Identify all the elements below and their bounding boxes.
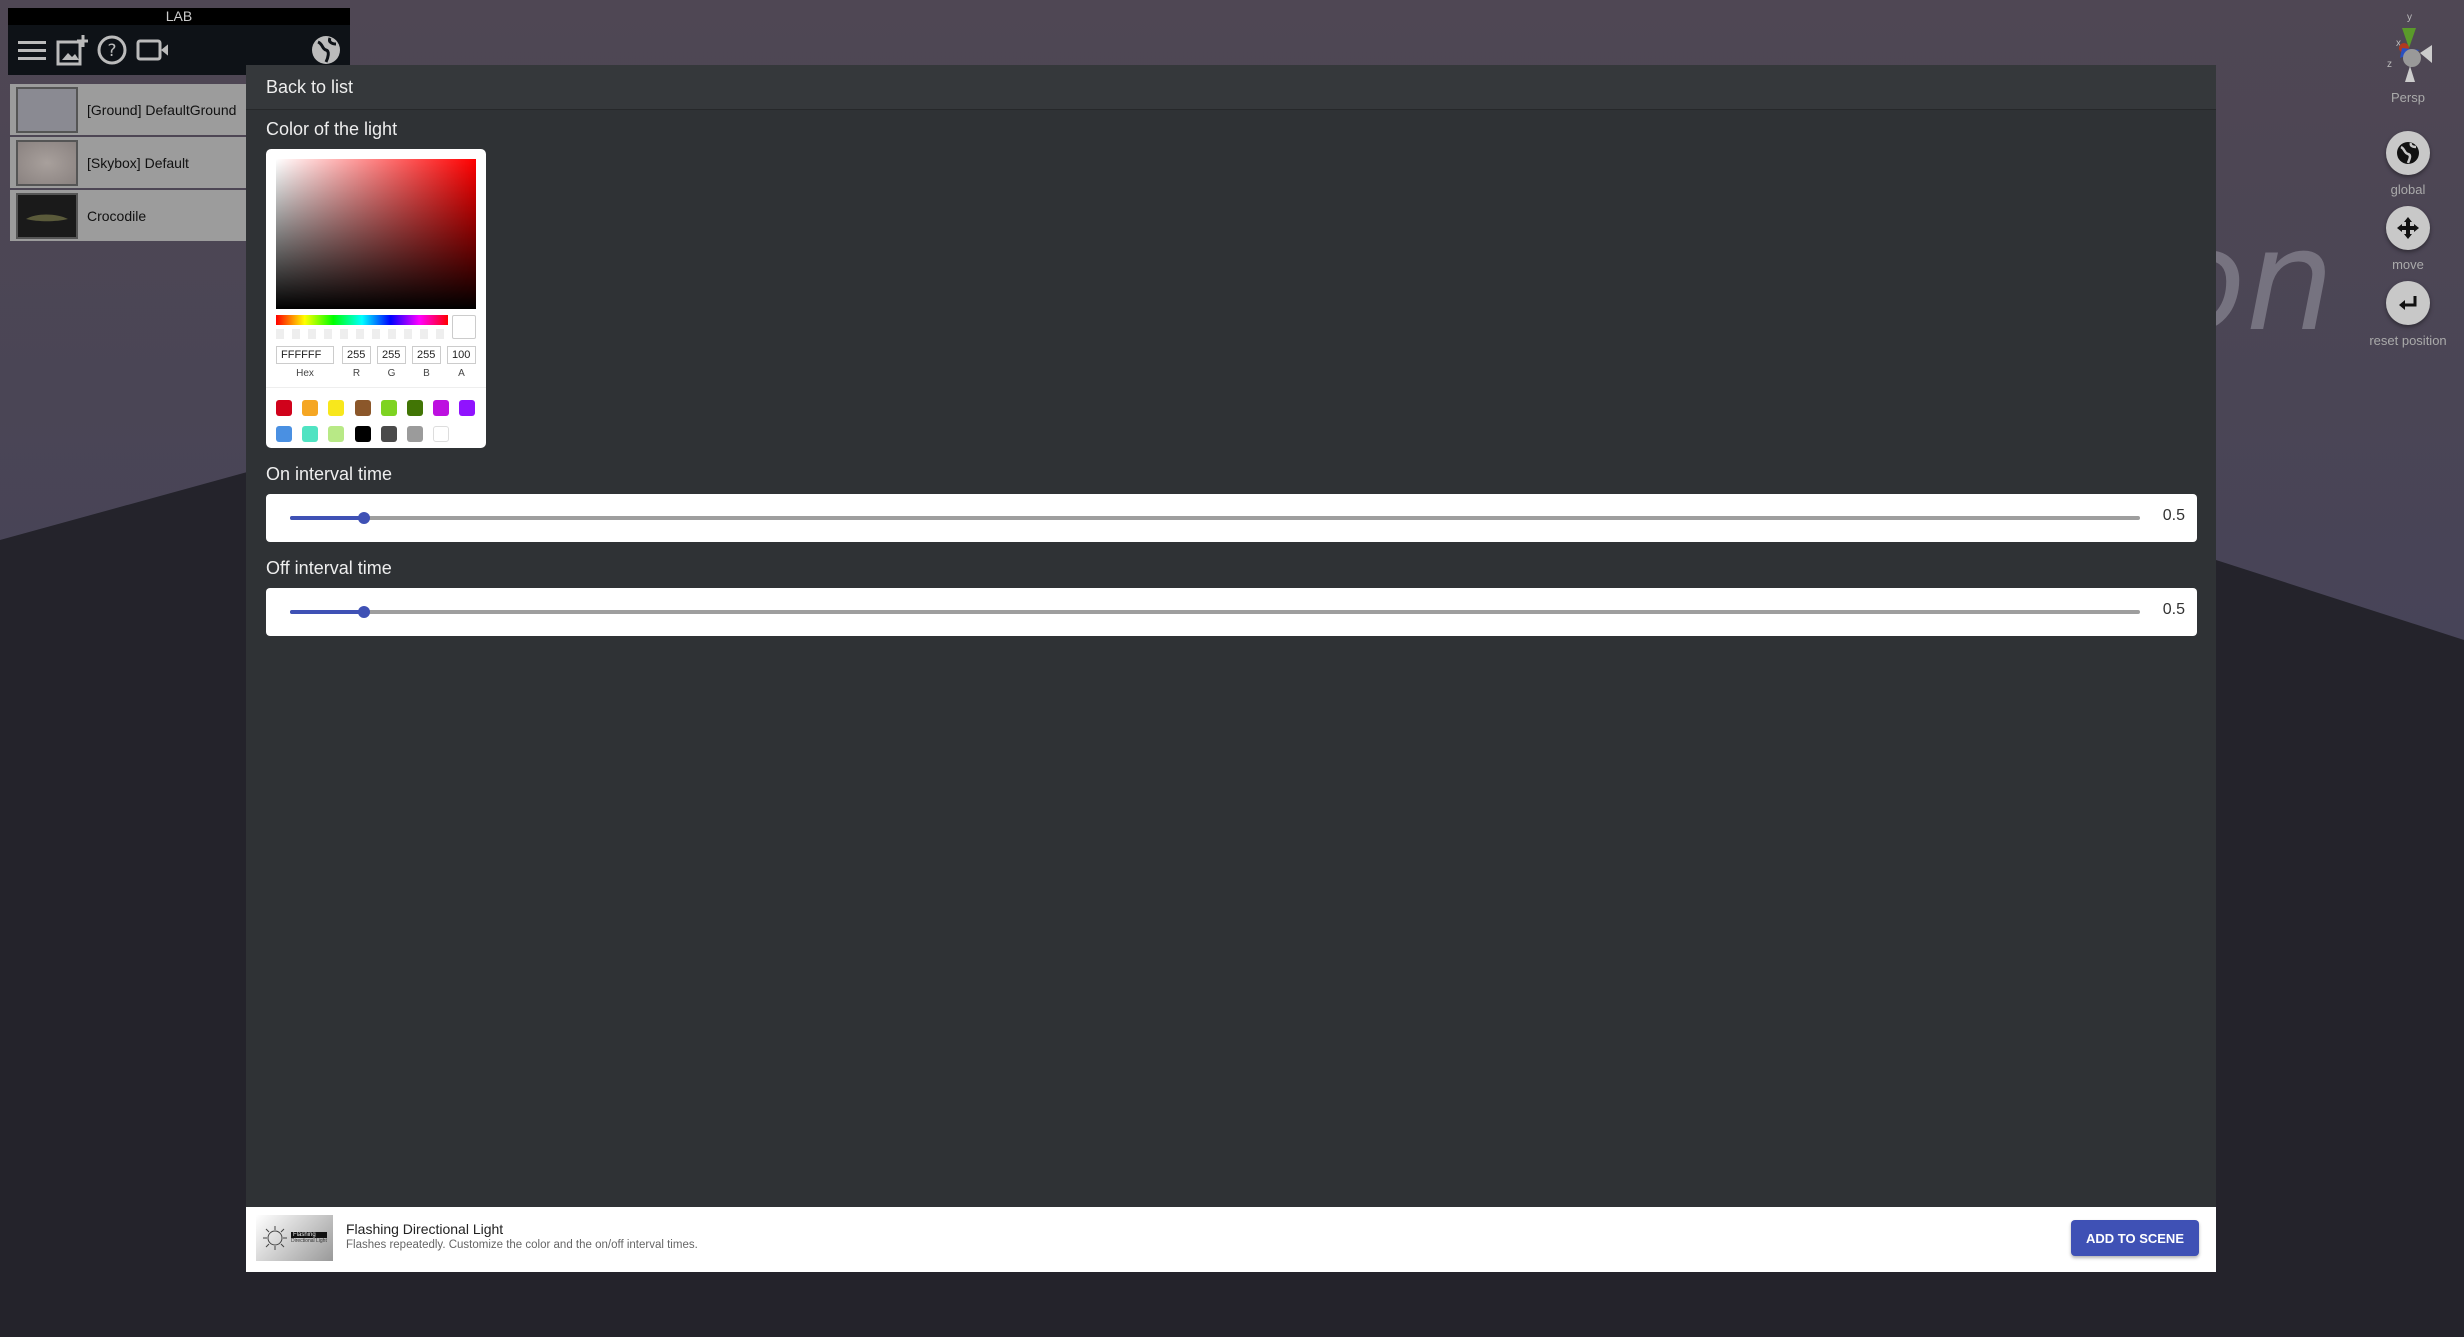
list-item[interactable]: Crocodile	[10, 190, 246, 241]
svg-text:?: ?	[107, 41, 116, 61]
scene-object-list: [Ground] DefaultGround [Skybox] Default …	[10, 84, 246, 243]
color-swatch[interactable]	[328, 400, 345, 416]
app-title: LAB	[8, 8, 350, 25]
global-button[interactable]	[2386, 131, 2430, 175]
divider	[266, 387, 486, 388]
thumbnail	[16, 86, 78, 133]
alpha-slider[interactable]	[276, 329, 446, 339]
color-swatch[interactable]	[407, 426, 423, 442]
color-swatch[interactable]	[407, 400, 423, 416]
slider-thumb[interactable]	[358, 512, 370, 524]
axis-y-label: y	[2407, 12, 2412, 23]
axis-z-label: z	[2387, 59, 2392, 70]
asset-footer: Flashing Directional Light Flashing Direc…	[246, 1207, 2216, 1272]
g-input[interactable]: 255	[377, 346, 406, 364]
color-swatch[interactable]	[276, 426, 292, 442]
list-item[interactable]: [Skybox] Default	[10, 137, 246, 188]
add-to-scene-button[interactable]: ADD TO SCENE	[2071, 1220, 2199, 1256]
color-swatch[interactable]	[328, 426, 345, 442]
color-preview	[452, 315, 476, 339]
asset-description: Flashes repeatedly. Customize the color …	[346, 1239, 698, 1251]
off-interval-label: Off interval time	[266, 558, 392, 578]
reset-position-button[interactable]	[2386, 281, 2430, 325]
off-interval-value: 0.5	[2162, 601, 2185, 618]
color-swatch[interactable]	[302, 426, 319, 442]
color-picker: FFFFFF 255 255 255 100 Hex R G B A	[266, 149, 486, 448]
on-interval-slider[interactable]: 0.5	[266, 494, 2197, 542]
asset-thumbnail: Flashing Directional Light	[256, 1215, 333, 1261]
hex-input[interactable]: FFFFFF	[276, 346, 334, 364]
on-interval-value: 0.5	[2162, 507, 2185, 524]
thumb-text: Directional Light	[291, 1238, 327, 1244]
color-swatch[interactable]	[459, 400, 476, 416]
orientation-gizmo[interactable]: yxz	[2360, 8, 2450, 88]
list-item[interactable]: [Ground] DefaultGround	[10, 84, 246, 135]
light-settings-panel: Back to list Color of the light FFFFFF 2…	[246, 65, 2216, 1272]
color-swatch[interactable]	[354, 426, 371, 442]
add-image-icon[interactable]	[56, 34, 88, 66]
asset-title: Flashing Directional Light	[346, 1221, 504, 1237]
global-label: global	[2390, 182, 2426, 197]
color-label: Color of the light	[266, 119, 398, 139]
r-input[interactable]: 255	[342, 346, 371, 364]
sun-icon	[263, 1226, 287, 1250]
hex-label: Hex	[296, 368, 314, 379]
reset-position-label: reset position	[2369, 333, 2447, 348]
g-label: G	[387, 368, 396, 379]
saturation-value-area[interactable]	[276, 159, 476, 309]
move-icon	[2397, 217, 2419, 239]
item-label: [Ground] DefaultGround	[87, 101, 237, 118]
color-swatch[interactable]	[380, 426, 397, 442]
b-label: B	[423, 368, 430, 379]
return-icon	[2399, 296, 2417, 310]
a-input[interactable]: 100	[447, 346, 476, 364]
globe-icon[interactable]	[310, 34, 342, 66]
a-label: A	[458, 368, 465, 379]
thumbnail	[16, 139, 78, 186]
move-label: move	[2392, 257, 2424, 272]
slider-thumb[interactable]	[358, 606, 370, 618]
color-swatch[interactable]	[276, 400, 292, 416]
item-label: Crocodile	[87, 207, 147, 224]
r-label: R	[352, 368, 361, 379]
color-swatch[interactable]	[433, 400, 450, 416]
color-swatch[interactable]	[302, 400, 319, 416]
move-button[interactable]	[2386, 206, 2430, 250]
color-swatch[interactable]	[354, 400, 371, 416]
color-swatch[interactable]	[380, 400, 397, 416]
color-swatch[interactable]	[433, 426, 450, 442]
video-camera-icon[interactable]	[136, 34, 168, 66]
back-to-list-button[interactable]: Back to list	[246, 65, 2216, 110]
hue-slider[interactable]	[276, 315, 448, 325]
thumbnail	[16, 192, 78, 239]
b-input[interactable]: 255	[412, 346, 441, 364]
persp-label[interactable]: Persp	[2338, 90, 2464, 105]
on-interval-label: On interval time	[266, 464, 393, 484]
item-label: [Skybox] Default	[87, 154, 189, 171]
menu-icon[interactable]	[16, 34, 48, 66]
help-icon[interactable]: ?	[96, 34, 128, 66]
globe-icon	[2397, 142, 2419, 164]
off-interval-slider[interactable]: 0.5	[266, 588, 2197, 636]
